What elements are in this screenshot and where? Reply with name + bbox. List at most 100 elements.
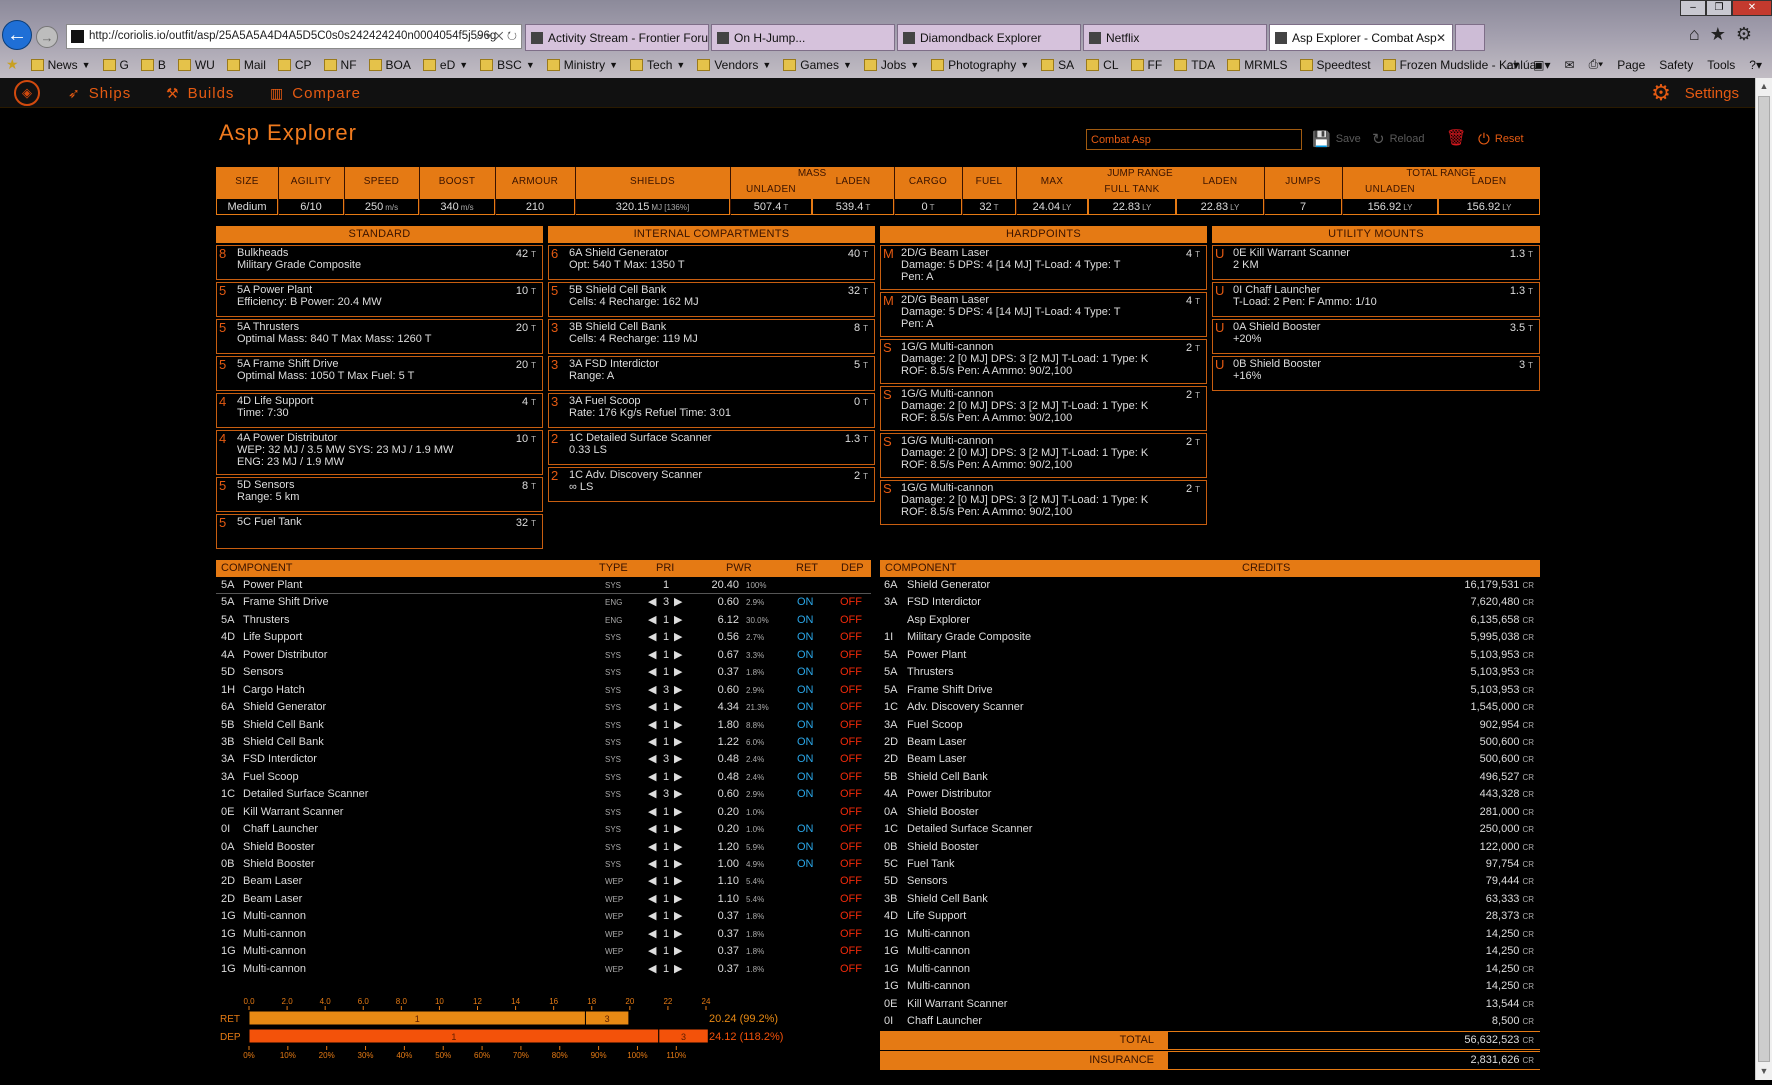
favorite-link[interactable]: B bbox=[140, 58, 166, 72]
power-row-dep-toggle[interactable]: OFF bbox=[840, 908, 862, 925]
power-row-ret-toggle[interactable]: ON bbox=[797, 821, 814, 838]
priority-decrease-icon[interactable]: ◀ bbox=[648, 891, 656, 908]
favorite-link[interactable]: Vendors ▼ bbox=[697, 58, 771, 72]
power-row-ret-toggle[interactable]: ON bbox=[797, 734, 814, 751]
favorite-link[interactable]: G bbox=[102, 58, 129, 72]
priority-decrease-icon[interactable]: ◀ bbox=[648, 821, 656, 838]
col-dep[interactable]: DEP bbox=[841, 560, 864, 577]
utility-slot[interactable]: U 1.3 T 0E Kill Warrant Scanner 2 KM bbox=[1212, 245, 1540, 280]
internal-slot[interactable]: 2 1.3 T 1C Detailed Surface Scanner 0.33 LS bbox=[548, 430, 875, 465]
standard-slot[interactable]: 5 32 T 5C Fuel Tank bbox=[216, 514, 543, 549]
maximize-button[interactable]: ❐ bbox=[1706, 0, 1732, 16]
favorite-link[interactable]: Games ▼ bbox=[783, 58, 852, 72]
settings-gear-icon[interactable]: ⚙ bbox=[1736, 24, 1762, 44]
power-row-ret-toggle[interactable]: ON bbox=[797, 839, 814, 856]
build-name-input[interactable] bbox=[1086, 129, 1302, 150]
favorites-star-icon[interactable]: ★ bbox=[1710, 24, 1736, 44]
feeds-icon[interactable]: ▣▾ bbox=[1533, 58, 1550, 72]
power-row-dep-toggle[interactable]: OFF bbox=[840, 734, 862, 751]
favorite-link[interactable]: CL bbox=[1086, 58, 1119, 72]
power-row-dep-toggle[interactable]: OFF bbox=[840, 804, 862, 821]
scroll-thumb[interactable] bbox=[1758, 96, 1770, 1062]
new-tab-button[interactable] bbox=[1455, 24, 1485, 51]
col-type[interactable]: TYPE bbox=[599, 560, 628, 577]
col-ret[interactable]: RET bbox=[796, 560, 818, 577]
menu-tools[interactable]: Tools bbox=[1707, 58, 1735, 72]
browser-tab[interactable]: Activity Stream - Frontier Foru... bbox=[525, 24, 709, 51]
favorite-link[interactable]: MRMLS bbox=[1227, 58, 1288, 72]
coriolis-logo-icon[interactable]: ◈ bbox=[14, 80, 40, 106]
power-row-dep-toggle[interactable]: OFF bbox=[840, 943, 862, 960]
priority-decrease-icon[interactable]: ◀ bbox=[648, 961, 656, 978]
browser-tab[interactable]: Netflix bbox=[1083, 24, 1267, 51]
favorite-link[interactable]: Ministry ▼ bbox=[546, 58, 618, 72]
priority-decrease-icon[interactable]: ◀ bbox=[648, 856, 656, 873]
address-bar[interactable]: http://coriolis.io/outfit/asp/25A5A5A4D4… bbox=[66, 24, 522, 49]
power-row-ret-toggle[interactable]: ON bbox=[797, 594, 814, 611]
reset-button[interactable]: ⏻ Reset bbox=[1478, 129, 1524, 149]
priority-decrease-icon[interactable]: ◀ bbox=[648, 664, 656, 681]
menu-page[interactable]: Page bbox=[1617, 58, 1645, 72]
standard-slot[interactable]: 5 8 T 5D Sensors Range: 5 km bbox=[216, 477, 543, 512]
internal-slot[interactable]: 5 32 T 5B Shield Cell Bank Cells: 4 Recharge… bbox=[548, 282, 875, 317]
favorite-link[interactable]: Speedtest bbox=[1299, 58, 1371, 72]
utility-slot[interactable]: U 3.5 T 0A Shield Booster +20% bbox=[1212, 319, 1540, 354]
hardpoints-slot[interactable]: M 4 T 2D/G Beam Laser Damage: 5 DPS: 4 [14 M… bbox=[880, 292, 1207, 337]
power-row-dep-toggle[interactable]: OFF bbox=[840, 839, 862, 856]
power-row-dep-toggle[interactable]: OFF bbox=[840, 682, 862, 699]
priority-decrease-icon[interactable]: ◀ bbox=[648, 612, 656, 629]
power-row-ret-toggle[interactable]: ON bbox=[797, 664, 814, 681]
save-button[interactable]: 💾 Save bbox=[1312, 129, 1361, 149]
favorite-link[interactable]: FF bbox=[1130, 58, 1162, 72]
nav-compare[interactable]: ▥ Compare bbox=[270, 78, 361, 108]
power-row-ret-toggle[interactable]: ON bbox=[797, 717, 814, 734]
favorite-link[interactable]: BSC ▼ bbox=[480, 58, 535, 72]
internal-slot[interactable]: 3 5 T 3A FSD Interdictor Range: A bbox=[548, 356, 875, 391]
power-row-ret-toggle[interactable]: ON bbox=[797, 751, 814, 768]
close-window-button[interactable]: ✕ bbox=[1732, 0, 1772, 16]
forward-button[interactable]: → bbox=[36, 26, 58, 48]
browser-tab[interactable]: Asp Explorer - Combat Asp ✕ bbox=[1269, 24, 1453, 51]
standard-slot[interactable]: 5 20 T 5A Thrusters Optimal Mass: 840 T Max … bbox=[216, 319, 543, 354]
standard-slot[interactable]: 4 10 T 4A Power Distributor WEP: 32 MJ / 3.5… bbox=[216, 430, 543, 475]
col-pri[interactable]: PRI bbox=[656, 560, 674, 577]
hardpoints-slot[interactable]: S 2 T 1G/G Multi-cannon Damage: 2 [0 MJ] DPS… bbox=[880, 386, 1207, 431]
priority-decrease-icon[interactable]: ◀ bbox=[648, 943, 656, 960]
mail-icon[interactable]: ✉ bbox=[1565, 58, 1575, 72]
priority-decrease-icon[interactable]: ◀ bbox=[648, 682, 656, 699]
power-row-ret-toggle[interactable]: ON bbox=[797, 612, 814, 629]
priority-decrease-icon[interactable]: ◀ bbox=[648, 717, 656, 734]
standard-slot[interactable]: 5 10 T 5A Power Plant Efficiency: B Power: 2… bbox=[216, 282, 543, 317]
power-row-dep-toggle[interactable]: OFF bbox=[840, 664, 862, 681]
priority-decrease-icon[interactable]: ◀ bbox=[648, 751, 656, 768]
favorite-link[interactable]: Mail bbox=[226, 58, 266, 72]
power-row-ret-toggle[interactable]: ON bbox=[797, 629, 814, 646]
favorite-link[interactable]: CP bbox=[277, 58, 312, 72]
power-row-ret-toggle[interactable]: ON bbox=[797, 786, 814, 803]
internal-slot[interactable]: 2 2 T 1C Adv. Discovery Scanner ∞ LS bbox=[548, 467, 875, 502]
power-row-dep-toggle[interactable]: OFF bbox=[840, 786, 862, 803]
utility-slot[interactable]: U 1.3 T 0I Chaff Launcher T-Load: 2 Pen: F A… bbox=[1212, 282, 1540, 317]
priority-decrease-icon[interactable]: ◀ bbox=[648, 873, 656, 890]
nav-builds[interactable]: ⚒ Builds bbox=[166, 78, 234, 108]
priority-decrease-icon[interactable]: ◀ bbox=[648, 769, 656, 786]
internal-slot[interactable]: 3 8 T 3B Shield Cell Bank Cells: 4 Recharge:… bbox=[548, 319, 875, 354]
priority-decrease-icon[interactable]: ◀ bbox=[648, 629, 656, 646]
back-button[interactable]: ← bbox=[2, 20, 32, 50]
priority-decrease-icon[interactable]: ◀ bbox=[648, 594, 656, 611]
power-row-dep-toggle[interactable]: OFF bbox=[840, 891, 862, 908]
favorite-link[interactable]: SA bbox=[1041, 58, 1074, 72]
cost-col-component[interactable]: COMPONENT bbox=[885, 560, 957, 577]
power-row-dep-toggle[interactable]: OFF bbox=[840, 647, 862, 664]
priority-decrease-icon[interactable]: ◀ bbox=[648, 908, 656, 925]
browser-tab[interactable]: On H-Jump... bbox=[711, 24, 895, 51]
favorite-link[interactable]: Photography ▼ bbox=[931, 58, 1029, 72]
minimize-button[interactable]: – bbox=[1680, 0, 1706, 16]
priority-decrease-icon[interactable]: ◀ bbox=[648, 839, 656, 856]
print-icon[interactable]: ⎙▾ bbox=[1589, 57, 1604, 72]
priority-decrease-icon[interactable]: ◀ bbox=[648, 804, 656, 821]
hardpoints-slot[interactable]: M 4 T 2D/G Beam Laser Damage: 5 DPS: 4 [14 M… bbox=[880, 245, 1207, 290]
priority-decrease-icon[interactable]: ◀ bbox=[648, 647, 656, 664]
favorites-star-icon[interactable]: ★ bbox=[6, 56, 19, 73]
power-row-dep-toggle[interactable]: OFF bbox=[840, 717, 862, 734]
